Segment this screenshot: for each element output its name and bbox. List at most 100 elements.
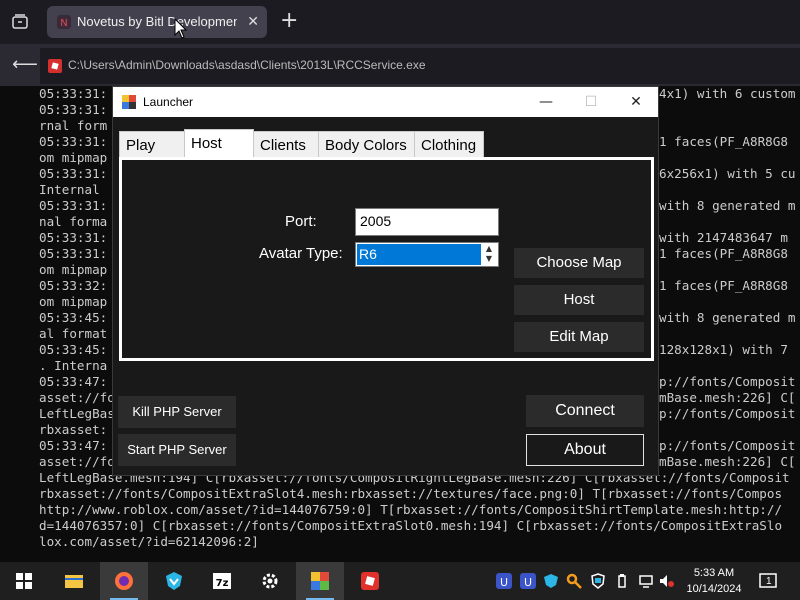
console-line: 05:33:31:	[39, 166, 108, 181]
avatar-type-label: Avatar Type:	[259, 245, 343, 262]
browser-tab-strip: N Novetus by Bitl Development ✕ +	[0, 0, 800, 44]
console-line: 05:33:31:	[39, 246, 108, 261]
avatar-type-stepper[interactable]: R6 ▲ ▼	[355, 242, 499, 267]
taskbar-launcher[interactable]	[296, 562, 344, 600]
tab-overview-icon[interactable]	[10, 12, 30, 32]
svg-text:U: U	[500, 576, 508, 589]
console-line: 05:33:45:	[39, 342, 108, 357]
console-line: 05:33:47:	[39, 438, 108, 453]
console-line: d=144076357:0] C[rbxasset://fonts/Compos…	[39, 518, 783, 533]
console-line: al format	[39, 326, 108, 341]
system-tray: U U	[490, 562, 680, 600]
tab-close-icon[interactable]: ✕	[247, 14, 259, 30]
console-line: 05:33:31:	[39, 134, 108, 149]
console-line: 05:33:31:	[39, 102, 108, 117]
novetus-favicon-icon: N	[57, 15, 71, 29]
console-line-tail: p://fonts/Composit	[659, 406, 796, 421]
tab-title: Novetus by Bitl Development	[77, 14, 237, 29]
console-line: asset://fo	[39, 454, 115, 469]
console-line: om mipmap	[39, 262, 108, 277]
tab-play[interactable]: Play	[119, 131, 185, 159]
console-line: rbxasset:	[39, 422, 108, 437]
taskbar-settings[interactable]	[246, 562, 294, 600]
launcher-window: Launcher — ☐ ✕ Play Host Clients Body Co…	[112, 86, 659, 476]
settings-gear-icon	[262, 573, 278, 589]
console-line: 05:33:45:	[39, 310, 108, 325]
tab-body-colors[interactable]: Body Colors	[318, 131, 415, 159]
console-line: 05:33:32:	[39, 278, 108, 293]
launcher-app-icon	[122, 95, 136, 109]
taskbar-roblox[interactable]	[346, 562, 394, 600]
roblox-icon	[361, 572, 379, 590]
console-line: lox.com/asset/?id=62142096:2]	[39, 534, 259, 549]
clock-date: 10/14/2024	[686, 583, 742, 595]
start-icon	[16, 573, 32, 589]
host-panel: Port: 2005 Avatar Type: R6 ▲ ▼ Choose Map…	[119, 157, 654, 361]
tray-usb-icon[interactable]	[614, 573, 630, 589]
console-line-tail: with 2147483647 m	[659, 230, 788, 245]
tray-volume-muted-icon[interactable]	[658, 573, 674, 589]
tray-network-icon[interactable]	[638, 573, 654, 589]
tray-shield-icon[interactable]	[543, 573, 559, 589]
console-line-tail: mBase.mesh:226] C[	[659, 390, 796, 405]
console-line-tail: 4x1) with 6 custom	[659, 86, 796, 101]
file-explorer-icon	[65, 575, 83, 588]
tray-u-app-icon[interactable]: U	[496, 573, 512, 589]
notification-count: 1	[766, 576, 772, 587]
close-icon[interactable]: ✕	[621, 91, 651, 113]
7zip-icon: 7z	[213, 573, 231, 589]
desktop: N Novetus by Bitl Development ✕ + ⟵ C:\U…	[0, 0, 800, 600]
taskbar-firefox[interactable]	[100, 562, 148, 600]
console-line: asset://fo	[39, 390, 115, 405]
tab-host[interactable]: Host	[184, 129, 254, 159]
tray-security-icon[interactable]	[590, 573, 606, 589]
minimize-icon[interactable]: —	[531, 91, 561, 113]
console-line: . Interna	[39, 358, 108, 373]
console-line: Internal	[39, 182, 100, 197]
taskbar-7zip[interactable]: 7z	[198, 562, 246, 600]
shield-app-icon	[166, 572, 182, 590]
stepper-arrows-icon[interactable]: ▲ ▼	[482, 243, 496, 266]
console-line: 05:33:31:	[39, 198, 108, 213]
launcher-title-bar[interactable]: Launcher — ☐ ✕	[113, 87, 658, 117]
console-line-tail: p://fonts/Composit	[659, 438, 796, 453]
kill-php-server-button[interactable]: Kill PHP Server	[118, 396, 236, 428]
start-button[interactable]	[0, 562, 48, 600]
svg-text:U: U	[524, 576, 532, 589]
back-arrow-icon[interactable]: ⟵	[12, 54, 38, 75]
browser-tab[interactable]: N Novetus by Bitl Development ✕	[47, 6, 267, 38]
address-bar[interactable]: C:\Users\Admin\Downloads\asdasd\Clients\…	[40, 48, 800, 84]
choose-map-button[interactable]: Choose Map	[514, 248, 644, 278]
taskbar-shield-app[interactable]	[150, 562, 198, 600]
console-line-tail: 1 faces(PF_A8R8G8	[659, 246, 788, 261]
console-line-tail: with 8 generated m	[659, 198, 796, 213]
notification-center-button[interactable]: 1	[758, 571, 782, 591]
console-line: 05:33:31:	[39, 86, 108, 101]
console-line-tail: with 8 generated m	[659, 310, 796, 325]
console-line: om mipmap	[39, 150, 108, 165]
svg-text:N: N	[60, 18, 67, 29]
maximize-icon[interactable]: ☐	[576, 91, 606, 113]
svg-text:7z: 7z	[216, 578, 229, 589]
console-line-tail: 1 faces(PF_A8R8G8	[659, 278, 788, 293]
mouse-cursor-icon	[174, 18, 188, 39]
console-line: 05:33:31:	[39, 230, 108, 245]
avatar-type-value: R6	[357, 244, 481, 265]
edit-map-button[interactable]: Edit Map	[514, 322, 644, 352]
taskbar-clock[interactable]: 5:33 AM 10/14/2024	[684, 565, 744, 597]
connect-button[interactable]: Connect	[526, 395, 644, 427]
port-label: Port:	[285, 213, 317, 230]
new-tab-icon[interactable]: +	[280, 10, 298, 32]
about-button[interactable]: About	[526, 434, 644, 466]
console-line-tail: 1 faces(PF_A8R8G8	[659, 134, 788, 149]
firefox-icon	[115, 572, 133, 590]
tray-key-icon[interactable]	[566, 573, 582, 589]
tray-u-app-2-icon[interactable]: U	[520, 573, 536, 589]
console-line: http://www.roblox.com/asset/?id=14407675…	[39, 502, 783, 517]
port-field[interactable]: 2005	[355, 208, 499, 236]
taskbar-file-explorer[interactable]	[50, 562, 98, 600]
tab-clients[interactable]: Clients	[253, 131, 319, 159]
start-php-server-button[interactable]: Start PHP Server	[118, 434, 236, 466]
tab-clothing[interactable]: Clothing	[414, 131, 484, 159]
host-button[interactable]: Host	[514, 285, 644, 315]
